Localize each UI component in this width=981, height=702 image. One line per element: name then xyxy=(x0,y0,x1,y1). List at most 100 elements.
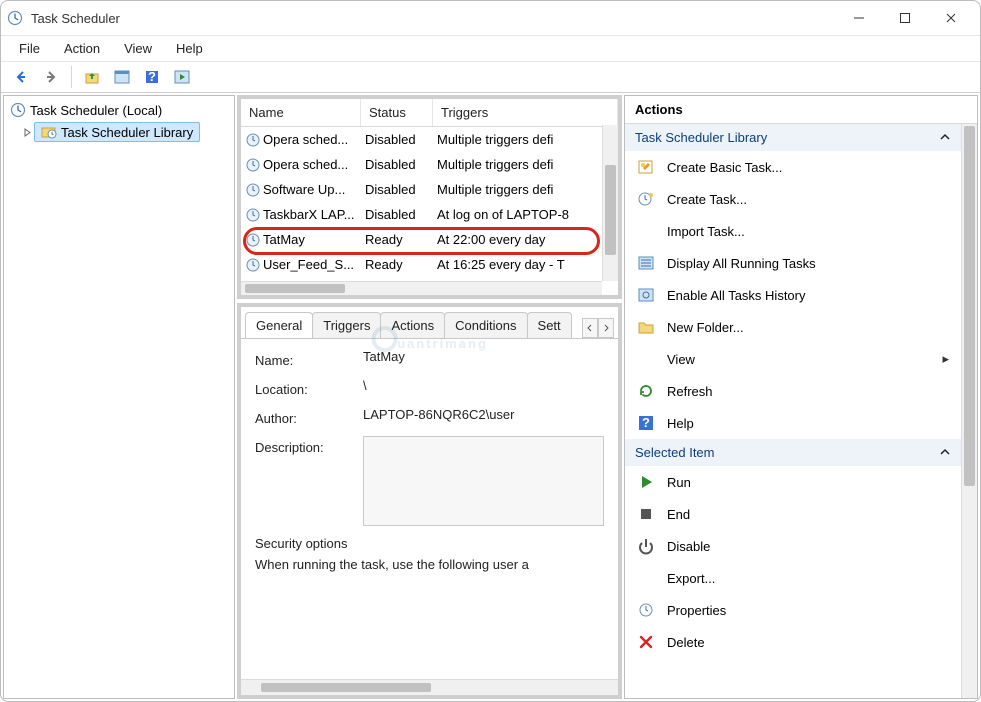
action-label: Create Task... xyxy=(667,192,747,207)
refresh-icon xyxy=(637,382,655,400)
toolbar-run-button[interactable] xyxy=(168,64,196,90)
action-new-folder[interactable]: New Folder... xyxy=(625,311,961,343)
section-header-library[interactable]: Task Scheduler Library xyxy=(625,124,961,151)
action-display-running[interactable]: Display All Running Tasks xyxy=(625,247,961,279)
col-status[interactable]: Status xyxy=(361,99,433,126)
action-delete[interactable]: Delete xyxy=(625,626,961,658)
menu-view[interactable]: View xyxy=(114,38,162,59)
tab-scroll-left[interactable] xyxy=(582,318,598,338)
action-label: Create Basic Task... xyxy=(667,160,782,175)
toolbar-uplevel-button[interactable] xyxy=(78,64,106,90)
action-label: View xyxy=(667,352,695,367)
tree-library-label: Task Scheduler Library xyxy=(61,125,193,140)
actions-scroll-area: Task Scheduler Library Create Basic Task… xyxy=(625,124,977,698)
list-icon xyxy=(637,254,655,272)
tab-general[interactable]: General xyxy=(245,312,313,339)
toolbar-properties-button[interactable] xyxy=(108,64,136,90)
menu-file[interactable]: File xyxy=(9,38,50,59)
action-run[interactable]: Run xyxy=(625,466,961,498)
window-title: Task Scheduler xyxy=(31,11,836,26)
action-label: Help xyxy=(667,416,694,431)
actions-vertical-scrollbar[interactable] xyxy=(961,124,977,698)
action-end[interactable]: End xyxy=(625,498,961,530)
menubar: File Action View Help xyxy=(1,35,980,61)
import-icon xyxy=(637,222,655,240)
export-icon xyxy=(637,569,655,587)
tree-pane: Task Scheduler (Local) Task Scheduler Li… xyxy=(3,95,235,699)
help-icon: ? xyxy=(637,414,655,432)
tasks-panel: Name Status Triggers Opera sched...Disab… xyxy=(237,95,622,299)
close-button[interactable] xyxy=(928,1,974,35)
col-name[interactable]: Name xyxy=(241,99,361,126)
task-row[interactable]: Software Up...DisabledMultiple triggers … xyxy=(241,177,618,202)
collapse-icon xyxy=(939,130,951,145)
task-name: Opera sched... xyxy=(263,132,348,147)
action-disable[interactable]: Disable xyxy=(625,530,961,562)
col-triggers[interactable]: Triggers xyxy=(433,99,618,126)
details-panel: General Triggers Actions Conditions Sett… xyxy=(237,303,622,699)
scrollbar-thumb[interactable] xyxy=(261,683,431,692)
tab-scroll-right[interactable] xyxy=(598,318,614,338)
action-export[interactable]: Export... xyxy=(625,562,961,594)
action-help[interactable]: ? Help xyxy=(625,407,961,439)
task-name: Opera sched... xyxy=(263,157,348,172)
tree-library-node[interactable]: Task Scheduler Library xyxy=(34,122,200,142)
action-enable-history[interactable]: Enable All Tasks History xyxy=(625,279,961,311)
submenu-caret-icon: ▸ xyxy=(942,351,949,367)
menu-action[interactable]: Action xyxy=(54,38,110,59)
toolbar-separator xyxy=(71,66,72,88)
scrollbar-thumb[interactable] xyxy=(245,284,345,293)
tasks-vertical-scrollbar[interactable] xyxy=(602,125,618,281)
stop-icon xyxy=(637,505,655,523)
minimize-button[interactable] xyxy=(836,1,882,35)
scrollbar-thumb[interactable] xyxy=(605,165,616,255)
task-row[interactable]: TatMayReadyAt 22:00 every day xyxy=(241,227,618,252)
label-description: Description: xyxy=(255,436,355,526)
action-label: Properties xyxy=(667,603,726,618)
action-refresh[interactable]: Refresh xyxy=(625,375,961,407)
clock-icon xyxy=(245,232,261,248)
task-row[interactable]: TaskbarX LAP...DisabledAt log on of LAPT… xyxy=(241,202,618,227)
task-triggers: Multiple triggers defi xyxy=(433,132,618,147)
toolbar-help-button[interactable]: ? xyxy=(138,64,166,90)
titlebar: Task Scheduler xyxy=(1,1,980,35)
section-header-selected[interactable]: Selected Item xyxy=(625,439,961,466)
toolbar-forward-button[interactable] xyxy=(37,64,65,90)
scrollbar-thumb[interactable] xyxy=(964,126,975,486)
task-status: Disabled xyxy=(361,207,433,222)
tasks-horizontal-scrollbar[interactable] xyxy=(241,281,602,295)
action-create-basic-task[interactable]: Create Basic Task... xyxy=(625,151,961,183)
action-view[interactable]: View ▸ xyxy=(625,343,961,375)
task-status: Ready xyxy=(361,232,433,247)
task-row[interactable]: Opera sched...DisabledMultiple triggers … xyxy=(241,152,618,177)
maximize-button[interactable] xyxy=(882,1,928,35)
tasks-header: Name Status Triggers xyxy=(241,99,618,127)
app-window: Task Scheduler File Action View Help ? T… xyxy=(0,0,981,702)
details-horizontal-scrollbar[interactable] xyxy=(241,679,618,695)
action-label: Run xyxy=(667,475,691,490)
menu-help[interactable]: Help xyxy=(166,38,213,59)
tree-root[interactable]: Task Scheduler (Local) xyxy=(6,100,232,120)
body: Task Scheduler (Local) Task Scheduler Li… xyxy=(1,93,980,701)
tab-scroll xyxy=(582,318,614,338)
task-row[interactable]: User_Feed_S...ReadyAt 16:25 every day - … xyxy=(241,252,618,277)
details-tabs: General Triggers Actions Conditions Sett xyxy=(241,307,618,339)
action-import-task[interactable]: Import Task... xyxy=(625,215,961,247)
actions-pane: Actions Task Scheduler Library Create Ba… xyxy=(624,95,978,699)
value-name: TatMay xyxy=(363,349,604,368)
action-properties[interactable]: Properties xyxy=(625,594,961,626)
tree-expand-icon[interactable] xyxy=(22,127,32,137)
svg-text:?: ? xyxy=(148,69,156,84)
tab-settings[interactable]: Sett xyxy=(527,312,572,339)
task-row[interactable]: Opera sched...DisabledMultiple triggers … xyxy=(241,127,618,152)
tab-triggers[interactable]: Triggers xyxy=(312,312,381,339)
task-triggers: Multiple triggers defi xyxy=(433,157,618,172)
action-create-task[interactable]: Create Task... xyxy=(625,183,961,215)
label-location: Location: xyxy=(255,378,355,397)
tab-actions[interactable]: Actions xyxy=(380,312,445,339)
tab-conditions[interactable]: Conditions xyxy=(444,312,527,339)
toolbar-back-button[interactable] xyxy=(7,64,35,90)
description-textbox[interactable] xyxy=(363,436,604,526)
folder-icon xyxy=(637,318,655,336)
task-name: User_Feed_S... xyxy=(263,257,354,272)
